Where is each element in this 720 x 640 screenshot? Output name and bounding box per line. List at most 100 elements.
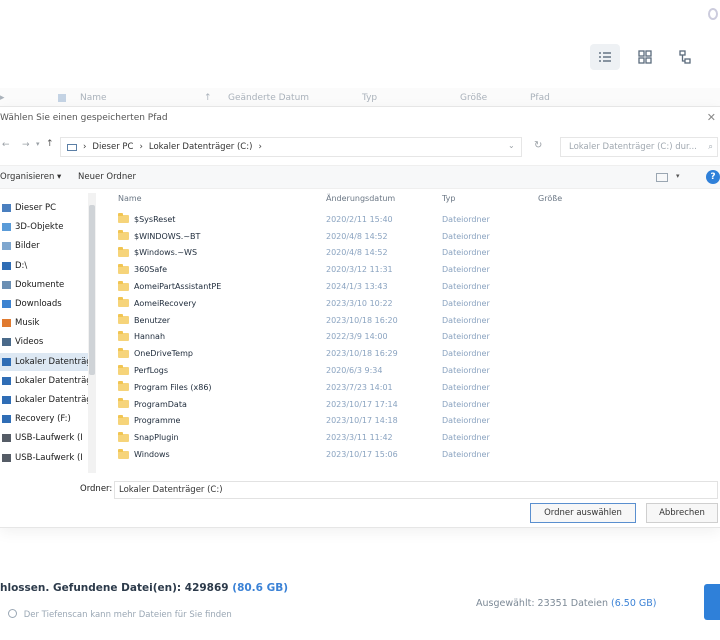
selected-size: (6.50 GB) (611, 598, 657, 609)
address-dropdown-icon[interactable]: ⌄ (508, 141, 515, 150)
usb-icon (2, 434, 11, 443)
file-row[interactable]: $WINDOWS.~BT 2020/4/8 14:52 Dateiordner (100, 228, 620, 245)
file-name: 360Safe (134, 265, 167, 275)
file-row[interactable]: OneDriveTemp 2023/10/18 16:29 Dateiordner (100, 345, 620, 362)
col-path[interactable]: Pfad (530, 93, 550, 103)
file-name: PerfLogs (134, 366, 169, 376)
breadcrumb-drive[interactable]: Lokaler Datenträger (C:) (149, 142, 253, 152)
nav-item[interactable]: USB-Laufwerk (I (0, 449, 88, 467)
dialog-title: Wählen Sie einen gespeicherten Pfad (0, 113, 168, 123)
file-row[interactable]: ProgramData 2023/10/17 17:14 Dateiordner (100, 396, 620, 413)
address-bar[interactable]: › Dieser PC › Lokaler Datenträger (C:) › (60, 137, 522, 157)
col-type[interactable]: Typ (362, 93, 377, 103)
navigation-bar: ← → ▾ ↑ › Dieser PC › Lokaler Datenträge… (0, 133, 720, 161)
list-view-icon[interactable] (590, 44, 620, 70)
file-row[interactable]: Programme 2023/10/17 14:18 Dateiordner (100, 413, 620, 430)
column-date[interactable]: Änderungsdatum (326, 194, 395, 203)
app-corner-icon[interactable] (708, 8, 718, 20)
file-date: 2020/4/8 14:52 (326, 231, 388, 241)
file-date: 2023/10/18 16:29 (326, 349, 398, 359)
cancel-button[interactable]: Abbrechen (646, 503, 718, 523)
refresh-icon[interactable]: ↻ (534, 140, 542, 151)
file-date: 2020/6/3 9:34 (326, 366, 383, 376)
new-folder-button[interactable]: Neuer Ordner (78, 172, 136, 182)
file-row[interactable]: 360Safe 2020/3/12 11:31 Dateiordner (100, 261, 620, 278)
recover-button[interactable] (704, 584, 720, 620)
file-name: Program Files (x86) (134, 382, 212, 392)
selected-count: Ausgewählt: 23351 Dateien (476, 598, 608, 609)
file-row[interactable]: $Windows.~WS 2020/4/8 14:52 Dateiordner (100, 245, 620, 262)
column-name[interactable]: Name (118, 194, 142, 203)
breadcrumb-separator: › (139, 142, 143, 152)
nav-item[interactable]: Lokaler Datenträger (0, 391, 88, 409)
close-icon[interactable]: ✕ (707, 111, 716, 124)
nav-item[interactable]: Lokaler Datenträger (0, 372, 88, 390)
nav-item[interactable]: Musik (0, 314, 88, 332)
nav-item[interactable]: D:\ (0, 257, 88, 275)
file-type: Dateiordner (442, 349, 490, 359)
nav-item-label: Dokumente (15, 279, 65, 290)
forward-icon[interactable]: → (22, 140, 30, 150)
file-name: $WINDOWS.~BT (134, 231, 201, 241)
col-date[interactable]: Geänderte Datum (228, 93, 309, 103)
file-type: Dateiordner (442, 298, 490, 308)
file-name: OneDriveTemp (134, 349, 193, 359)
col-name[interactable]: Name (80, 93, 107, 103)
file-row[interactable]: Benutzer 2023/10/18 16:20 Dateiordner (100, 312, 620, 329)
organize-button[interactable]: Organisieren ▾ (0, 172, 61, 182)
folder-label: Ordner: (80, 484, 113, 494)
file-row[interactable]: Windows 2023/10/17 15:06 Dateiordner (100, 446, 620, 463)
file-name: $SysReset (134, 214, 176, 224)
file-row[interactable]: Hannah 2022/3/9 14:00 Dateiordner (100, 329, 620, 346)
grid-view-icon[interactable] (630, 44, 660, 70)
back-icon[interactable]: ← (2, 140, 10, 150)
file-row[interactable]: Program Files (x86) 2023/7/23 14:01 Dateio… (100, 379, 620, 396)
nav-item-label: Dieser PC (15, 203, 57, 213)
nav-scrollbar-thumb[interactable] (89, 205, 95, 375)
up-icon[interactable]: ↑ (46, 139, 54, 149)
nav-item[interactable]: Dieser PC (0, 199, 88, 217)
file-row[interactable]: AomeiPartAssistantPE 2024/1/3 13:43 Dateio… (100, 278, 620, 295)
file-type: Dateiordner (442, 248, 490, 258)
help-icon[interactable]: ? (706, 170, 720, 184)
view-options-icon[interactable] (656, 173, 668, 182)
nav-item[interactable]: 3D-Objekte (0, 218, 88, 236)
nav-item[interactable]: Recovery (F:) (0, 410, 88, 428)
nav-item[interactable]: Bilder (0, 237, 88, 255)
file-row[interactable]: SnapPlugin 2023/3/11 11:42 Dateiordner (100, 429, 620, 446)
view-dropdown-icon[interactable]: ▾ (676, 172, 680, 180)
nav-item[interactable]: Downloads (0, 295, 88, 313)
col-size[interactable]: Größe (460, 93, 487, 103)
file-name: ProgramData (134, 399, 187, 409)
nav-item[interactable]: USB-Laufwerk (I (0, 429, 88, 447)
file-name: SnapPlugin (134, 433, 179, 443)
recent-dropdown-icon[interactable]: ▾ (36, 140, 40, 148)
select-folder-button[interactable]: Ordner auswählen (530, 503, 636, 523)
nav-item[interactable]: Dokumente (0, 276, 88, 294)
select-all-checkbox[interactable] (58, 94, 66, 102)
nav-item[interactable]: Videos (0, 333, 88, 351)
nav-scrollbar[interactable] (88, 193, 96, 473)
file-date: 2023/3/10 10:22 (326, 298, 393, 308)
file-date: 2020/2/11 15:40 (326, 214, 393, 224)
file-row[interactable]: AomeiRecovery 2023/3/10 10:22 Dateiordner (100, 295, 620, 312)
nav-item-label: Lokaler Datenträger (15, 395, 88, 405)
nav-item[interactable]: Lokaler Datenträger (C:) (0, 352, 88, 371)
file-name: $Windows.~WS (134, 248, 198, 258)
file-type: Dateiordner (442, 265, 490, 275)
search-input[interactable]: Lokaler Datenträger (C:) dur... ⌕ (560, 137, 718, 157)
search-placeholder: Lokaler Datenträger (C:) dur... (569, 142, 697, 152)
app-toolbar (0, 0, 720, 88)
tree-view-icon[interactable] (670, 44, 700, 70)
file-row[interactable]: $SysReset 2020/2/11 15:40 Dateiordner (100, 211, 620, 228)
deep-scan-hint-text: Der Tiefenscan kann mehr Dateien für Sie… (23, 610, 232, 620)
folder-icon (118, 364, 129, 375)
file-row[interactable]: PerfLogs 2020/6/3 9:34 Dateiordner (100, 362, 620, 379)
breadcrumb-this-pc[interactable]: Dieser PC (92, 142, 133, 152)
column-size[interactable]: Größe (538, 194, 562, 203)
folder-name-input[interactable]: Lokaler Datenträger (C:) (114, 481, 718, 499)
navigation-pane: Dieser PC 3D-Objekte Bilder D:\ Dokumente Dow… (0, 191, 96, 473)
file-list: Name Änderungsdatum Typ Größe $SysReset 2… (100, 191, 620, 473)
file-name: Hannah (134, 332, 166, 342)
column-type[interactable]: Typ (442, 194, 455, 203)
